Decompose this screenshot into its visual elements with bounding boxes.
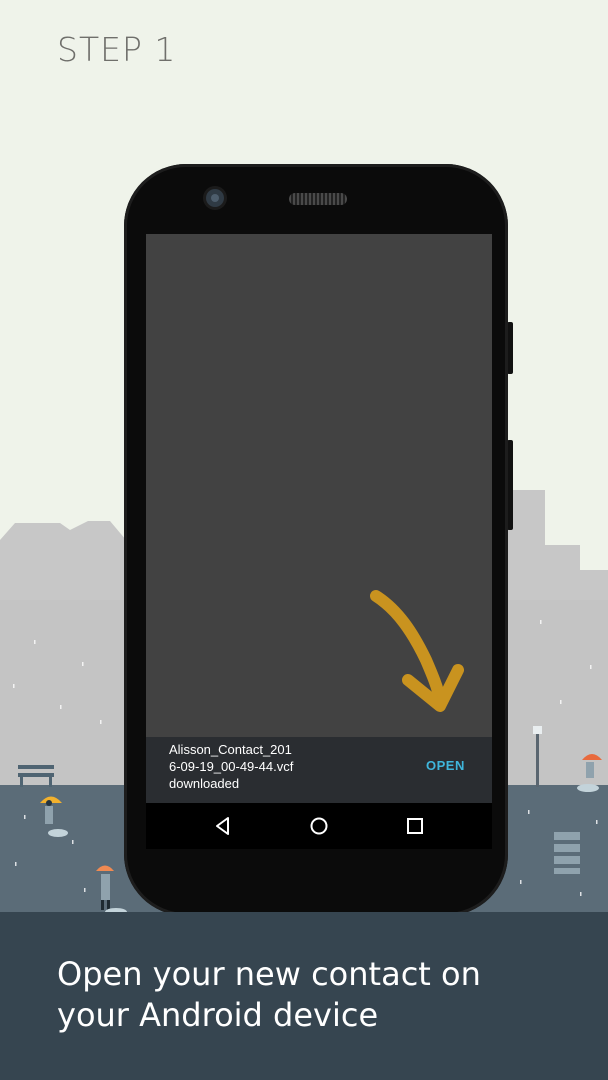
home-icon[interactable] bbox=[306, 813, 332, 839]
instruction-caption: Open your new contact on your Android de… bbox=[57, 954, 577, 1036]
caption-line2: your Android device bbox=[57, 996, 379, 1034]
earpiece-speaker bbox=[289, 193, 347, 205]
back-icon[interactable] bbox=[210, 813, 236, 839]
notification-text: Alisson_Contact_201 6-09-19_00-49-44.vcf… bbox=[169, 741, 329, 792]
caption-line1: Open your new contact on bbox=[57, 955, 481, 993]
notification-filename-line2: 6-09-19_00-49-44.vcf bbox=[169, 759, 294, 774]
recents-icon[interactable] bbox=[402, 813, 428, 839]
open-button[interactable]: OPEN bbox=[426, 758, 465, 773]
android-nav-bar bbox=[146, 803, 492, 849]
notification-status: downloaded bbox=[169, 776, 240, 791]
step-title: STEP 1 bbox=[57, 30, 177, 69]
front-camera bbox=[206, 189, 224, 207]
download-notification[interactable]: Alisson_Contact_201 6-09-19_00-49-44.vcf… bbox=[146, 737, 492, 803]
notification-filename-line1: Alisson_Contact_201 bbox=[169, 742, 292, 757]
pointer-arrow-icon bbox=[370, 590, 464, 712]
